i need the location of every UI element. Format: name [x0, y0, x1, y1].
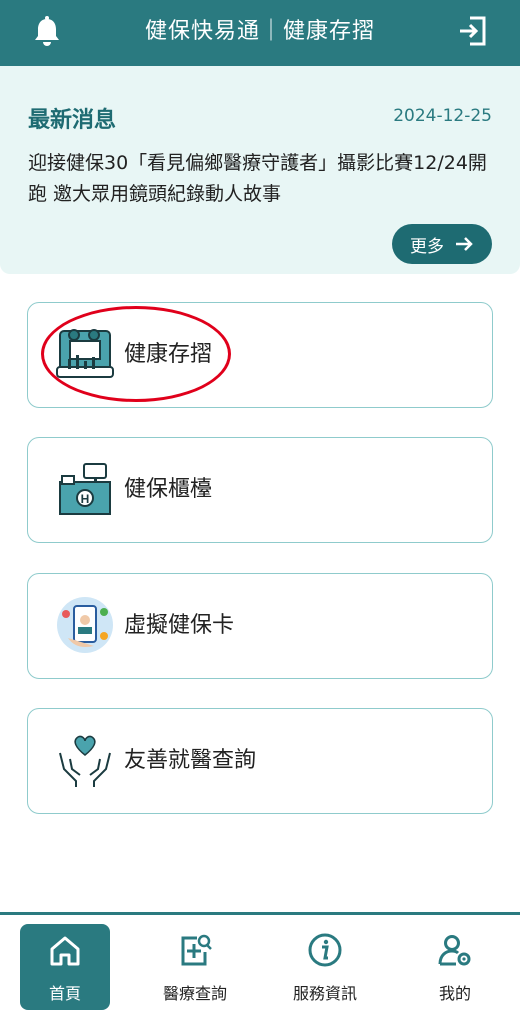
- menu-label: 友善就醫查詢: [124, 748, 257, 773]
- user-settings-icon: [438, 935, 471, 966]
- caring-hands-icon: [59, 735, 111, 787]
- tab-label: 我的: [438, 984, 471, 1003]
- tab-label: 服務資訊: [292, 984, 357, 1003]
- menu-label: 虛擬健保卡: [124, 613, 235, 638]
- news-panel: 最新消息 2024-12-25 迎接健保30「看見偏鄉醫療守護者」攝影比賽12/…: [0, 66, 520, 274]
- logout-icon[interactable]: [456, 14, 490, 48]
- highlight-circle: [41, 306, 231, 402]
- more-button[interactable]: 更多: [392, 224, 492, 264]
- counter-icon: H: [59, 463, 111, 515]
- tab-label: 醫療查詢: [162, 984, 227, 1003]
- more-label: 更多: [410, 236, 444, 257]
- home-icon: [50, 936, 80, 966]
- tab-service-info[interactable]: 服務資訊: [280, 924, 370, 1010]
- menu-card-friendly-medical[interactable]: 友善就醫查詢: [27, 708, 493, 814]
- tab-mine[interactable]: 我的: [410, 924, 500, 1010]
- svg-text:H: H: [81, 492, 90, 506]
- bottom-tab-bar: 首頁 醫療查詢 服務資訊 我的: [0, 912, 520, 1019]
- header-title: 健保快易通｜健康存摺: [144, 19, 375, 44]
- menu-label: 健保櫃檯: [124, 477, 213, 502]
- tab-medical-search[interactable]: 醫療查詢: [150, 924, 240, 1010]
- tab-label: 首頁: [48, 984, 81, 1003]
- news-body[interactable]: 迎接健保30「看見偏鄉醫療守護者」攝影比賽12/24開跑 邀大眾用鏡頭紀錄動人故…: [28, 148, 498, 210]
- menu-card-virtual-card[interactable]: 虛擬健保卡: [27, 573, 493, 679]
- info-icon: [308, 933, 342, 967]
- app-header: 健保快易通｜健康存摺: [0, 0, 520, 66]
- menu-card-counter[interactable]: H 健保櫃檯: [27, 437, 493, 543]
- arrow-right-icon: [456, 237, 473, 251]
- news-date: 2024-12-25: [393, 106, 492, 126]
- medical-search-icon: [181, 934, 212, 966]
- tab-home[interactable]: 首頁: [20, 924, 110, 1010]
- virtual-card-icon: [57, 597, 113, 653]
- news-title: 最新消息: [28, 108, 117, 133]
